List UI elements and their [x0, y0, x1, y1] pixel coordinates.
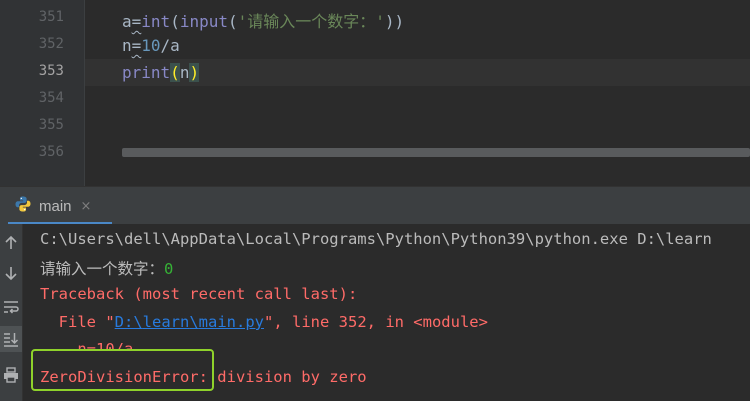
- line-number-gutter: 351 352 353 354 355 356: [0, 0, 84, 186]
- code-token: a: [122, 12, 132, 31]
- traceback-file-link[interactable]: D:\learn\main.py: [115, 313, 264, 331]
- traceback-file-prefix: File ": [40, 313, 115, 331]
- code-token: /a: [160, 36, 180, 55]
- console-output[interactable]: C:\Users\dell\AppData\Local\Programs\Pyt…: [23, 224, 750, 401]
- close-icon[interactable]: ×: [81, 199, 92, 214]
- console-user-input: 0: [164, 260, 174, 278]
- tab-label: main: [39, 197, 72, 215]
- soft-wrap-icon[interactable]: [0, 294, 22, 320]
- line-number: 356: [38, 144, 64, 160]
- line-number: 351: [38, 9, 64, 25]
- link-part: learn: [142, 313, 190, 331]
- arrow-down-icon[interactable]: [0, 260, 22, 286]
- code-editor[interactable]: 351 352 353 354 355 356 a=int(input('请输入…: [0, 0, 750, 186]
- matched-paren: (: [170, 63, 180, 82]
- code-token: input: [179, 12, 228, 31]
- matched-paren: ): [189, 63, 200, 82]
- code-line-352[interactable]: n=10/a: [122, 36, 180, 55]
- code-line-351[interactable]: a=int(input('请输入一个数字：')): [122, 8, 404, 32]
- console-prompt: 请输入一个数字：: [40, 260, 165, 278]
- console-toolbar: [0, 224, 23, 401]
- scroll-to-end-icon[interactable]: [0, 326, 22, 352]
- line-number: 355: [38, 117, 64, 133]
- code-token: int: [141, 12, 171, 31]
- traceback-header: Traceback (most recent call last):: [40, 285, 358, 303]
- line-number: 354: [38, 90, 64, 106]
- traceback-file-line: File "D:\learn\main.py", line 352, in <m…: [40, 313, 488, 331]
- run-tool-header: main ×: [0, 186, 750, 225]
- print-icon[interactable]: [0, 362, 22, 388]
- error-message: : division by zero: [198, 368, 367, 386]
- gutter-divider: [84, 0, 85, 186]
- code-token: (: [170, 12, 180, 31]
- link-part: D:\: [114, 313, 143, 331]
- line-number-current: 353: [38, 63, 64, 79]
- line-number: 352: [38, 36, 64, 52]
- code-token: =: [131, 12, 142, 31]
- link-part: \: [189, 313, 199, 331]
- code-line-353[interactable]: print(n): [122, 63, 200, 82]
- tab-main[interactable]: main ×: [14, 193, 91, 219]
- console-command-line: C:\Users\dell\AppData\Local\Programs\Pyt…: [40, 230, 712, 248]
- code-token: =: [131, 36, 142, 55]
- console-prompt-line: 请输入一个数字：0: [40, 257, 173, 279]
- code-token: )): [384, 12, 405, 31]
- code-token: print: [122, 63, 171, 82]
- code-number: 10: [141, 36, 161, 55]
- link-part: main.py: [198, 313, 264, 331]
- code-token: (: [228, 12, 238, 31]
- code-string: '请输入一个数字：': [237, 12, 385, 31]
- arrow-up-icon[interactable]: [0, 230, 22, 256]
- error-highlight-box: [31, 349, 214, 391]
- horizontal-scrollbar[interactable]: [122, 148, 750, 157]
- traceback-file-suffix: ", line 352, in <module>: [264, 313, 488, 331]
- code-token: n: [179, 63, 190, 82]
- code-token: n: [122, 36, 132, 55]
- python-icon: [14, 195, 32, 217]
